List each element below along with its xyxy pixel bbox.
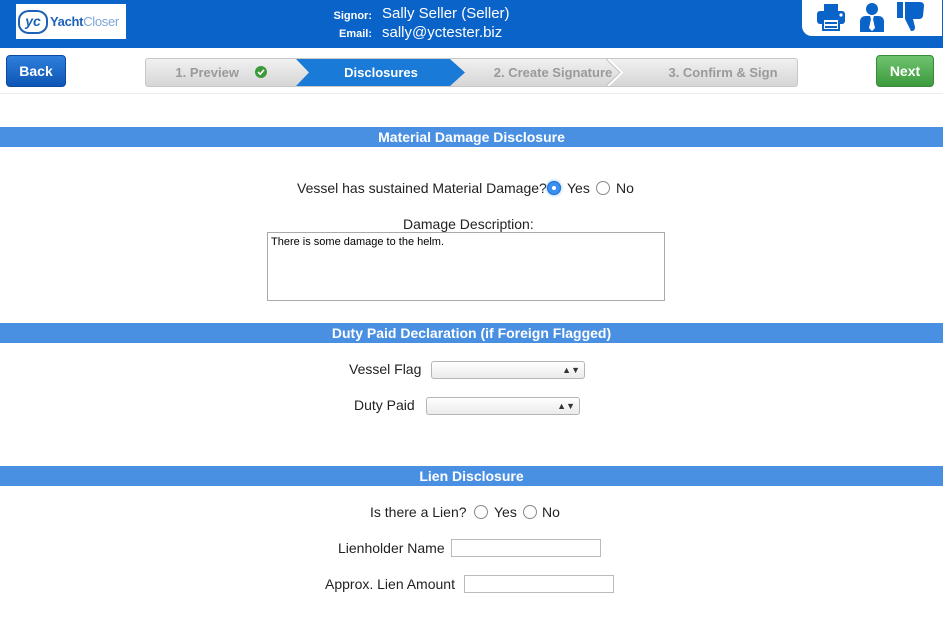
next-button[interactable]: Next: [876, 55, 934, 87]
vessel-flag-label: Vessel Flag: [349, 361, 422, 377]
signer-labels: Signor: Email:: [328, 7, 373, 43]
duty-paid-label: Duty Paid: [354, 397, 415, 413]
material-damage-yes-radio[interactable]: [547, 181, 561, 195]
header-icon-tray: [802, 0, 942, 36]
duty-paid-section-title: Duty Paid Declaration (if Foreign Flagge…: [0, 323, 943, 343]
material-damage-section-title: Material Damage Disclosure: [0, 127, 943, 147]
step-disclosures[interactable]: Disclosures: [296, 59, 466, 86]
lien-section-title: Lien Disclosure: [0, 466, 943, 486]
select-arrows-icon: ▲▼: [562, 365, 580, 375]
app-header: yc YachtCloser Signor: Email: Sally Sell…: [0, 0, 943, 48]
signor-label: Signor:: [333, 10, 373, 22]
step-confirm-sign[interactable]: 3. Confirm & Sign: [638, 59, 808, 86]
material-damage-no-label: No: [616, 180, 634, 196]
check-icon: [254, 66, 267, 78]
signor-value: Sally Seller (Seller): [382, 5, 510, 22]
lien-amount-label: Approx. Lien Amount: [325, 576, 455, 592]
step-preview[interactable]: 1. Preview: [146, 59, 296, 86]
material-damage-question: Vessel has sustained Material Damage?: [297, 180, 547, 196]
logo-mark: yc: [18, 9, 48, 34]
lien-no-radio[interactable]: [523, 505, 537, 519]
material-damage-no-radio[interactable]: [596, 181, 610, 195]
nav-divider: [0, 93, 943, 94]
thumbs-down-icon[interactable]: [894, 0, 928, 34]
logo-wordmark: YachtCloser: [50, 14, 119, 29]
lienholder-name-input[interactable]: [451, 539, 601, 557]
lien-yes-radio[interactable]: [474, 505, 488, 519]
yachtcloser-logo: yc YachtCloser: [16, 4, 126, 39]
step-create-signature[interactable]: 2. Create Signature: [468, 59, 638, 86]
back-button[interactable]: Back: [6, 55, 66, 87]
material-damage-yes-label: Yes: [567, 180, 590, 196]
email-value: sally@yctester.biz: [382, 24, 503, 41]
duty-paid-select[interactable]: ▲▼: [426, 397, 580, 415]
lien-no-label: No: [542, 504, 560, 520]
select-arrows-icon: ▲▼: [557, 401, 575, 411]
progress-steps: 1. Preview Disclosures 2. Create Signatu…: [145, 58, 798, 87]
user-tie-icon[interactable]: [855, 0, 889, 34]
step-preview-label: 1. Preview: [175, 65, 239, 80]
damage-description-label: Damage Description:: [403, 216, 534, 232]
email-label: Email:: [338, 28, 372, 40]
lien-yes-label: Yes: [494, 504, 517, 520]
vessel-flag-select[interactable]: ▲▼: [431, 361, 585, 379]
lien-question: Is there a Lien?: [370, 504, 467, 520]
damage-description-textarea[interactable]: There is some damage to the helm.: [267, 232, 665, 301]
lienholder-name-label: Lienholder Name: [338, 540, 445, 556]
lien-amount-input[interactable]: [464, 575, 614, 593]
printer-icon[interactable]: [814, 0, 848, 34]
signer-values: Sally Seller (Seller) sally@yctester.biz: [382, 4, 510, 42]
